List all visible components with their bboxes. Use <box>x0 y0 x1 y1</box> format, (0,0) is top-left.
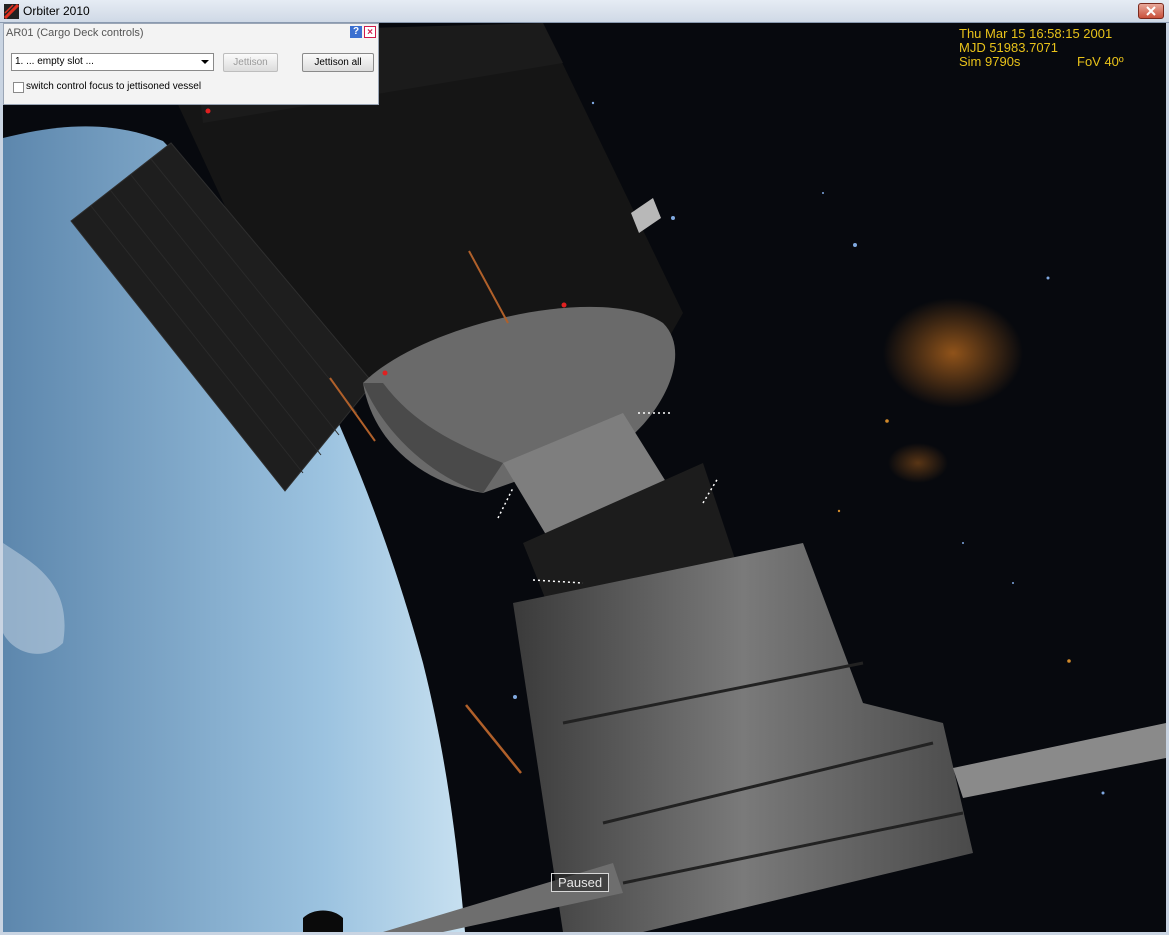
close-icon <box>1146 6 1156 16</box>
focus-jettisoned-label: switch control focus to jettisoned vesse… <box>26 81 202 92</box>
simulation-viewport[interactable]: Thu Mar 15 16:58:15 2001 MJD 51983.7071 … <box>3 23 1166 932</box>
hud-field-of-view: FoV 40º <box>1077 54 1124 69</box>
window-title: Orbiter 2010 <box>23 4 90 18</box>
cargo-slot-value: 1. ... empty slot ... <box>15 56 94 67</box>
chevron-down-icon <box>201 60 209 64</box>
paused-indicator: Paused <box>551 873 610 892</box>
cargo-slot-select[interactable]: 1. ... empty slot ... <box>11 53 214 71</box>
dialog-title: AR01 (Cargo Deck controls) <box>6 27 144 39</box>
hud-mjd: MJD 51983.7071 <box>959 40 1059 55</box>
jettison-all-button[interactable]: Jettison all <box>302 53 374 72</box>
jettison-button[interactable]: Jettison <box>223 53 278 72</box>
hud-sim-time: Sim 9790s <box>959 54 1021 69</box>
space-station-scene <box>3 23 1166 932</box>
title-bar: Orbiter 2010 <box>0 0 1169 23</box>
orbiter-app-icon <box>4 4 19 19</box>
focus-jettisoned-checkbox[interactable] <box>13 82 24 93</box>
hud-date: Thu Mar 15 16:58:15 2001 <box>959 26 1113 41</box>
dialog-close-icon[interactable]: × <box>364 26 376 38</box>
window-close-button[interactable] <box>1138 3 1164 19</box>
help-icon[interactable]: ? <box>350 26 362 38</box>
cargo-deck-dialog: AR01 (Cargo Deck controls) ? × 1. ... em… <box>3 23 379 105</box>
